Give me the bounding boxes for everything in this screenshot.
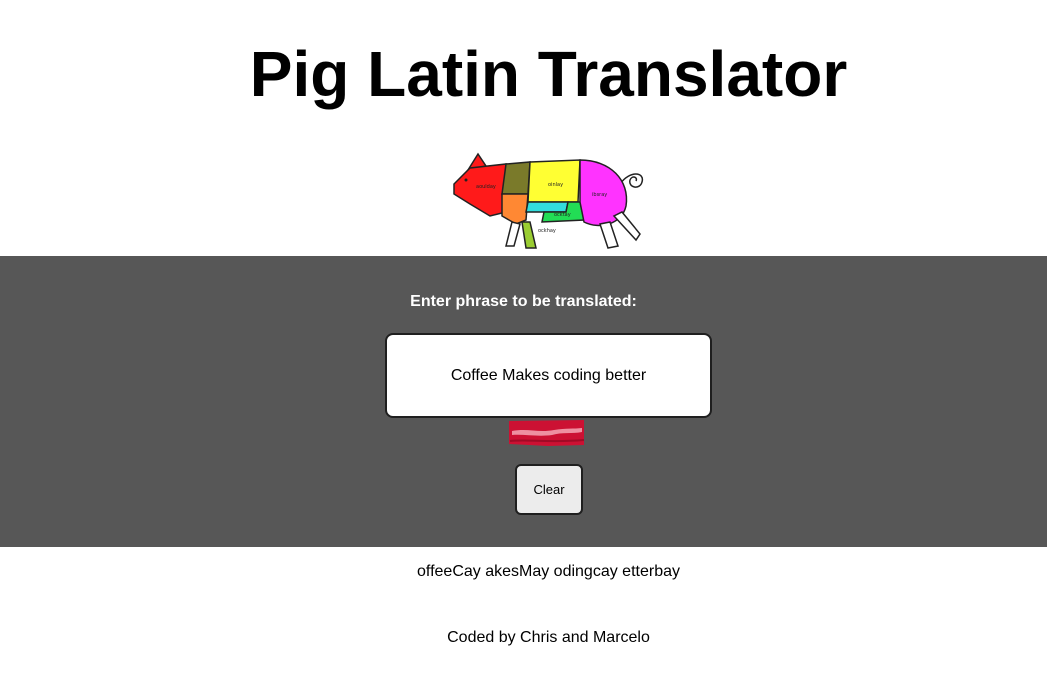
phrase-input[interactable]: Coffee Makes coding better xyxy=(385,333,712,418)
pig-diagram-icon: aoulday oinlay ibsray ocktay ockhay xyxy=(453,152,644,249)
translator-panel: Enter phrase to be translated: Coffee Ma… xyxy=(0,256,1047,547)
pig-cuts-image: aoulday oinlay ibsray ocktay ockhay xyxy=(450,150,650,254)
translation-output: offeeCay akesMay odingcay etterbay xyxy=(417,563,680,580)
input-prompt-label: Enter phrase to be translated: xyxy=(410,293,637,310)
pig-label-belly: ocktay xyxy=(554,212,571,218)
page-title: Pig Latin Translator xyxy=(249,38,848,110)
pig-label-head: aoulday xyxy=(476,184,496,190)
clear-button[interactable]: Clear xyxy=(515,464,583,515)
pig-label-hock: ockhay xyxy=(538,228,556,234)
pig-label-ham: ibsray xyxy=(592,192,607,198)
footer-credit: Coded by Chris and Marcelo xyxy=(447,629,650,646)
bacon-strip-icon xyxy=(509,420,585,446)
page: Pig Latin Translator aoulday oinlay ibsr… xyxy=(0,0,1047,686)
translate-bacon-button[interactable] xyxy=(508,419,585,447)
pig-label-loin: oinlay xyxy=(548,182,563,188)
